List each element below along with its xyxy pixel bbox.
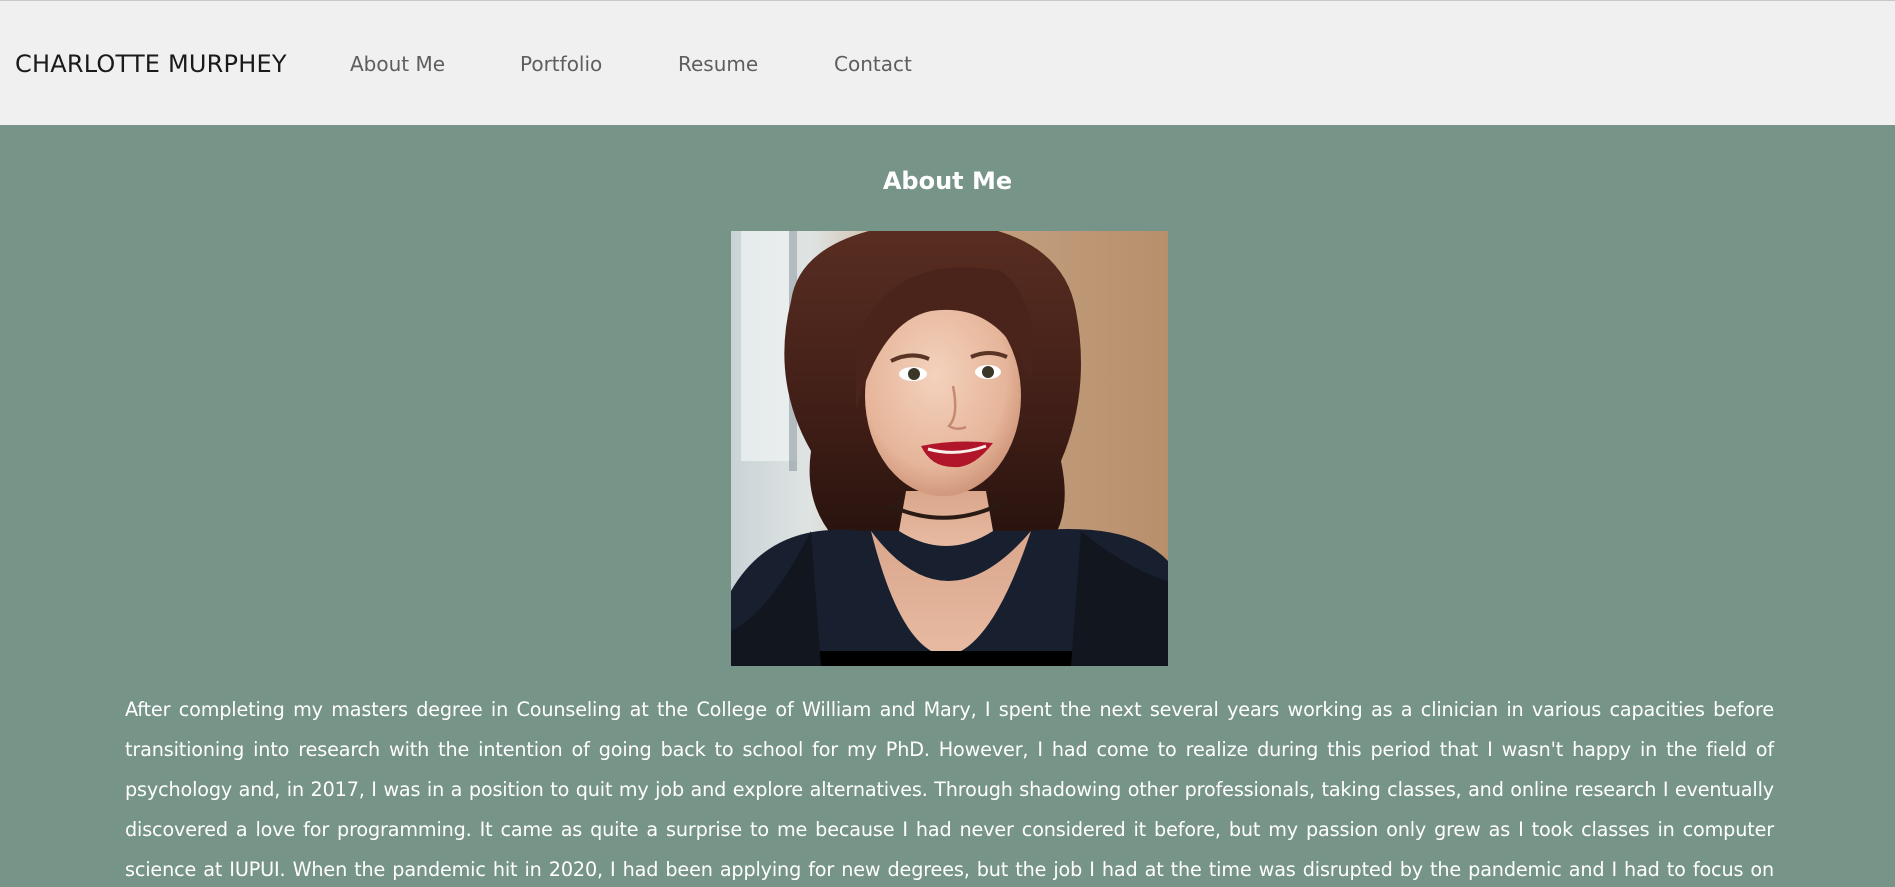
profile-photo — [731, 231, 1168, 666]
nav-link-about-me[interactable]: About Me — [350, 51, 445, 77]
section-title: About Me — [882, 167, 1013, 195]
nav-link-resume[interactable]: Resume — [678, 51, 758, 77]
site-brand[interactable]: CHARLOTTE MURPHEY — [15, 49, 287, 79]
bio-paragraph: After completing my masters degree in Co… — [125, 698, 1774, 881]
top-navbar: CHARLOTTE MURPHEY About Me Portfolio Res… — [0, 0, 1895, 125]
nav-link-portfolio[interactable]: Portfolio — [520, 51, 602, 77]
nav-link-contact[interactable]: Contact — [834, 51, 912, 77]
